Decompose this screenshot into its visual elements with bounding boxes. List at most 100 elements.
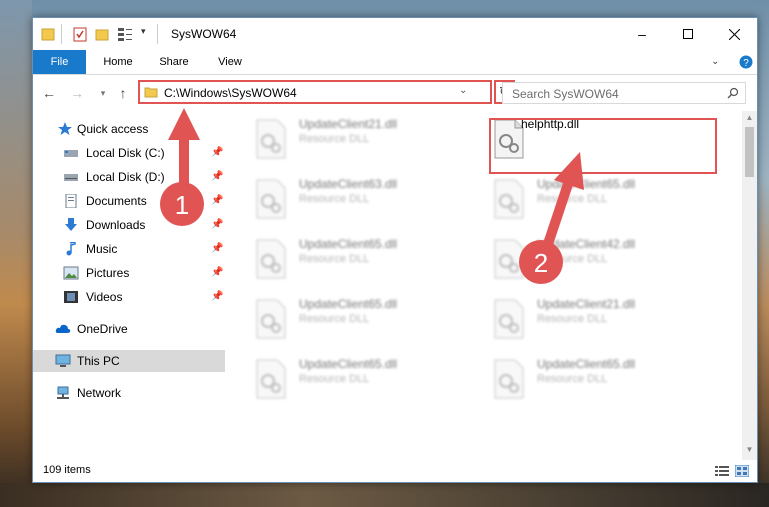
properties-icon[interactable] [73, 26, 87, 42]
search-icon [727, 87, 739, 99]
desktop-background [0, 0, 32, 507]
file-name: UpdateClient42.dll [537, 237, 636, 251]
minimize-button[interactable]: – [619, 18, 665, 50]
tab-file[interactable]: File [33, 50, 86, 74]
nav-local-disk-c[interactable]: Local Disk (C:) 📌 [33, 142, 225, 164]
highlight-box [489, 118, 717, 174]
maximize-button[interactable] [665, 18, 711, 50]
file-item[interactable]: UpdateClient65.dll Resource DLL [225, 353, 455, 409]
file-name: UpdateClient65.dll [299, 357, 398, 371]
nav-label: Local Disk (D:) [86, 170, 165, 184]
download-icon [65, 218, 77, 231]
file-item[interactable]: UpdateClient65.dll Resource DLL [463, 173, 693, 229]
address-bar[interactable]: C:\Windows\SysWOW64 ⌄ [138, 80, 492, 104]
close-icon [728, 28, 740, 40]
close-button[interactable] [711, 18, 757, 50]
pin-icon[interactable]: 📌 [211, 286, 223, 308]
file-item[interactable]: UpdateClient21.dll Resource DLL [463, 293, 693, 349]
scroll-thumb[interactable] [745, 127, 754, 177]
ribbon-tabs: File Home Share View ⌄ ? [33, 50, 757, 75]
file-type: Resource DLL [299, 193, 370, 205]
file-name: UpdateClient65.dll [537, 357, 636, 371]
nav-label: Quick access [77, 122, 149, 136]
file-item[interactable]: UpdateClient42.dll Resource DLL [463, 233, 693, 289]
pin-icon[interactable]: 📌 [211, 190, 223, 212]
pin-icon[interactable]: 📌 [211, 214, 223, 236]
help-icon[interactable]: ? [739, 55, 753, 69]
divider [157, 24, 158, 44]
file-item[interactable]: UpdateClient65.dll Resource DLL [225, 293, 455, 349]
nav-label: Local Disk (C:) [86, 146, 165, 160]
customize-icon[interactable] [117, 26, 133, 42]
item-count: 109 items [43, 464, 91, 476]
nav-label: Pictures [86, 266, 130, 280]
search-placeholder: Search SysWOW64 [512, 87, 619, 101]
file-name: UpdateClient65.dll [299, 237, 398, 251]
nav-videos[interactable]: Videos 📌 [33, 286, 225, 308]
up-icon[interactable]: ↑ [115, 85, 131, 101]
cloud-icon [55, 324, 71, 333]
nav-network[interactable]: Network [33, 382, 225, 404]
nav-this-pc[interactable]: This PC [33, 350, 225, 372]
new-folder-icon[interactable] [95, 26, 109, 42]
navigation-pane: Quick access Local Disk (C:) 📌 Local Dis… [33, 111, 225, 460]
expand-ribbon-icon[interactable]: ⌄ [711, 56, 719, 67]
vertical-scrollbar[interactable]: ▲ ▼ [742, 111, 757, 460]
network-icon [57, 386, 69, 399]
pin-icon[interactable]: 📌 [211, 166, 223, 188]
nav-downloads[interactable]: Downloads 📌 [33, 214, 225, 236]
status-bar: 109 items [33, 460, 757, 482]
file-item[interactable]: UpdateClient21.dll Resource DLL [225, 113, 455, 169]
folder-icon [41, 28, 55, 41]
nav-label: Music [86, 242, 118, 256]
window-title: SysWOW64 [171, 27, 237, 41]
dll-file-icon [256, 299, 286, 339]
file-item[interactable]: UpdateClient63.dll Resource DLL [225, 173, 455, 229]
details-view-icon[interactable] [715, 465, 729, 477]
drive-icon [64, 150, 78, 157]
file-type: Resource DLL [537, 193, 608, 205]
address-dropdown-icon[interactable]: ⌄ [459, 85, 467, 96]
file-item[interactable]: UpdateClient65.dll Resource DLL [225, 233, 455, 289]
search-input[interactable]: Search SysWOW64 [502, 82, 746, 104]
pictures-icon [63, 266, 79, 280]
file-name: UpdateClient63.dll [299, 177, 398, 191]
videos-icon [64, 291, 78, 303]
nav-label: Videos [86, 290, 123, 304]
pin-icon[interactable]: 📌 [211, 238, 223, 260]
tab-share[interactable]: Share [151, 50, 197, 74]
large-icons-view-icon[interactable] [735, 465, 749, 477]
scroll-up-icon[interactable]: ▲ [745, 113, 754, 125]
nav-local-disk-d[interactable]: Local Disk (D:) 📌 [33, 166, 225, 188]
file-type: Resource DLL [299, 373, 370, 385]
nav-onedrive[interactable]: OneDrive [33, 318, 225, 340]
star-icon [58, 122, 72, 135]
drive-icon [64, 174, 78, 181]
music-icon [66, 242, 76, 256]
file-explorer-window: ▾ SysWOW64 – File Home Share View ⌄ ? ← … [32, 17, 758, 483]
recent-locations-icon[interactable]: ▾ [95, 85, 111, 101]
tab-view[interactable]: View [207, 50, 253, 74]
divider [61, 24, 62, 44]
pin-icon[interactable]: 📌 [211, 142, 223, 164]
file-type: Resource DLL [537, 253, 608, 265]
quick-access-dropdown-icon[interactable]: ▾ [141, 26, 146, 37]
nav-label: OneDrive [77, 322, 128, 336]
nav-music[interactable]: Music 📌 [33, 238, 225, 260]
nav-label: Network [77, 386, 122, 400]
nav-quick-access[interactable]: Quick access [33, 118, 225, 140]
back-icon[interactable]: ← [41, 85, 57, 101]
address-row: ← → ▾ ↑ C:\Windows\SysWOW64 ⌄ ↻ Search S… [33, 75, 757, 111]
nav-pictures[interactable]: Pictures 📌 [33, 262, 225, 284]
file-item[interactable]: UpdateClient65.dll Resource DLL [463, 353, 693, 409]
nav-documents[interactable]: Documents 📌 [33, 190, 225, 212]
pin-icon[interactable]: 📌 [211, 262, 223, 284]
dll-file-icon [494, 299, 524, 339]
forward-icon[interactable]: → [69, 85, 85, 101]
scroll-down-icon[interactable]: ▼ [745, 445, 754, 457]
file-name: UpdateClient21.dll [537, 297, 636, 311]
nav-label: This PC [77, 354, 120, 368]
tab-home[interactable]: Home [94, 50, 142, 74]
maximize-icon [683, 29, 693, 39]
file-type: Resource DLL [299, 253, 370, 265]
